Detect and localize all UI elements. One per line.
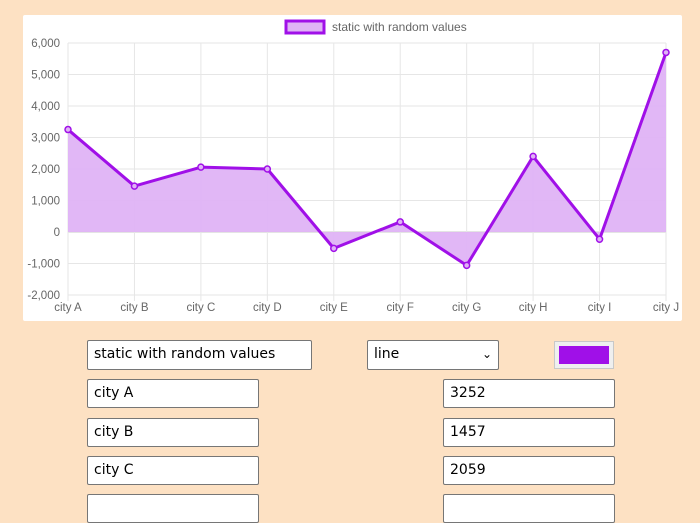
label-input-2[interactable]: city C <box>87 456 259 485</box>
y-tick-label: 2,000 <box>31 164 60 176</box>
value-value: 2059 <box>450 462 486 478</box>
label-value: city C <box>94 462 134 478</box>
value-input-3[interactable] <box>443 494 615 523</box>
y-tick-label: 6,000 <box>31 38 60 50</box>
y-tick-label: -1,000 <box>27 259 60 271</box>
value-input-2[interactable]: 2059 <box>443 456 615 485</box>
data-point <box>462 261 471 270</box>
legend-swatch <box>284 19 326 35</box>
x-tick-label: city B <box>120 302 148 314</box>
value-value: 3252 <box>450 385 486 401</box>
data-point <box>529 152 537 161</box>
x-tick-label: city F <box>386 302 413 314</box>
x-tick-label: city G <box>452 302 481 314</box>
label-input-0[interactable]: city A <box>87 379 259 408</box>
chart-type-select[interactable]: line ⌄ <box>367 340 499 370</box>
chart-type-value: line <box>374 346 400 362</box>
y-tick-label: 1,000 <box>31 196 60 208</box>
color-picker[interactable] <box>554 341 614 369</box>
x-tick-label: city C <box>187 302 216 314</box>
dataset-name-input[interactable]: static with random values <box>87 340 312 370</box>
data-point <box>595 235 604 243</box>
y-tick-label: 3,000 <box>31 133 60 145</box>
y-tick-label: 5,000 <box>31 70 60 82</box>
y-tick-label: 0 <box>54 227 60 239</box>
chevron-down-icon: ⌄ <box>481 347 492 361</box>
data-point <box>263 165 272 173</box>
series-area <box>68 52 666 266</box>
label-value: city B <box>94 424 134 440</box>
color-swatch <box>559 346 609 364</box>
dataset-name-value: static with random values <box>94 346 276 362</box>
line-chart: 6,000 5,000 4,000 3,000 2,000 1,000 0 -1,000 -2,… <box>27 19 679 314</box>
data-point <box>330 244 338 253</box>
label-input-1[interactable]: city B <box>87 418 259 447</box>
data-point <box>130 182 139 190</box>
x-tick-label: city H <box>519 302 548 314</box>
data-point <box>64 125 72 134</box>
x-tick-label: city D <box>253 302 282 314</box>
x-tick-label: city I <box>588 302 612 314</box>
value-value: 1457 <box>450 424 486 440</box>
legend-label: static with random values <box>332 20 467 34</box>
value-input-1[interactable]: 1457 <box>443 418 615 447</box>
x-tick-label: city E <box>320 302 348 314</box>
data-point <box>396 218 404 226</box>
y-tick-label: 4,000 <box>31 101 60 113</box>
value-input-0[interactable]: 3252 <box>443 379 615 408</box>
label-value: city A <box>94 385 134 401</box>
x-tick-label: city J <box>653 302 679 314</box>
label-input-3[interactable] <box>87 494 259 523</box>
data-point <box>197 163 205 171</box>
y-tick-label: -2,000 <box>27 290 60 302</box>
chart-card: 6,000 5,000 4,000 3,000 2,000 1,000 0 -1,000 -2,… <box>23 15 682 321</box>
x-tick-label: city A <box>54 302 82 314</box>
data-point <box>662 48 670 57</box>
